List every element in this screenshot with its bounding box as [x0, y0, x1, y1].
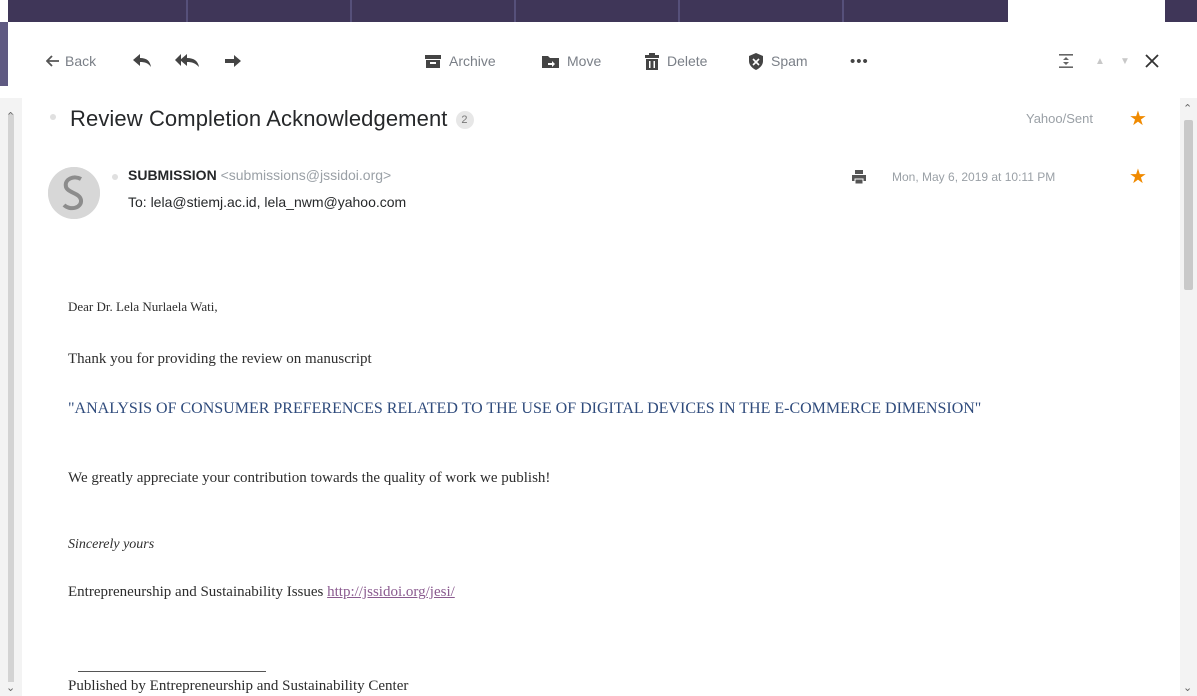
- sidebar-edge: [0, 22, 8, 86]
- tab-divider: [514, 0, 516, 22]
- tab-divider: [350, 0, 352, 22]
- spam-label: Spam: [771, 53, 808, 69]
- back-arrow-icon: [46, 55, 60, 67]
- star-icon[interactable]: ★: [1129, 106, 1147, 131]
- scroll-down-icon[interactable]: ⌄: [1183, 681, 1192, 694]
- trash-icon: [644, 52, 660, 70]
- message-star-icon[interactable]: ★: [1129, 164, 1147, 189]
- tab-bar: [8, 0, 1008, 22]
- chevron-down-icon: ▼: [1120, 55, 1130, 67]
- scroll-thumb[interactable]: [8, 114, 14, 682]
- unread-dot[interactable]: [50, 114, 56, 120]
- signoff: Sincerely yours: [68, 537, 155, 552]
- reply-all-button[interactable]: [174, 50, 200, 72]
- delete-button[interactable]: Delete: [644, 50, 707, 72]
- scroll-up-icon[interactable]: ⌃: [6, 110, 15, 123]
- scroll-down-icon[interactable]: ⌄: [6, 681, 15, 694]
- more-actions-button[interactable]: •••: [850, 50, 869, 72]
- greeting: Dear Dr. Lela Nurlaela Wati,: [68, 299, 218, 314]
- journal-link[interactable]: http://jssidoi.org/jesi/: [327, 584, 455, 600]
- move-folder-icon: [541, 54, 560, 69]
- left-scrollbar[interactable]: ⌃ ⌄: [0, 98, 22, 696]
- signature-divider: [78, 671, 266, 672]
- tab-divider: [678, 0, 680, 22]
- back-label: Back: [65, 53, 97, 69]
- sender-line[interactable]: SUBMISSION <submissions@jssidoi.org>: [128, 167, 391, 183]
- shield-icon: [748, 52, 764, 70]
- message-toolbar: Back Archive Move Delete Spam ••• ▲ ▼: [8, 22, 1197, 98]
- close-icon: [1144, 53, 1160, 69]
- journal-line: Entrepreneurship and Sustainability Issu…: [68, 584, 455, 601]
- forward-icon: [224, 54, 242, 68]
- tab-divider: [842, 0, 844, 22]
- reply-button[interactable]: [132, 50, 152, 72]
- folder-label: Yahoo/Sent: [1026, 111, 1093, 126]
- recipients[interactable]: To: lela@stiemj.ac.id, lela_nwm@yahoo.co…: [128, 194, 406, 210]
- delete-label: Delete: [667, 53, 708, 69]
- tab-divider: [186, 0, 188, 22]
- spam-button[interactable]: Spam: [748, 50, 808, 72]
- archive-label: Archive: [449, 53, 496, 69]
- print-icon: [852, 170, 866, 185]
- sender-email[interactable]: <submissions@jssidoi.org>: [221, 167, 392, 183]
- expand-collapse-icon: [1058, 53, 1074, 69]
- print-button[interactable]: [851, 169, 867, 190]
- more-icon: •••: [850, 52, 869, 70]
- subject-text: Review Completion Acknowledgement: [70, 106, 448, 131]
- window-top-strip: [0, 0, 1197, 22]
- previous-message-button[interactable]: ▲: [1095, 50, 1105, 72]
- message-count-badge: 2: [455, 111, 474, 130]
- message-date: Mon, May 6, 2019 at 10:11 PM: [892, 170, 1056, 184]
- scroll-up-icon[interactable]: ⌃: [1183, 102, 1192, 115]
- next-message-button[interactable]: ▼: [1120, 50, 1130, 72]
- archive-button[interactable]: Archive: [424, 50, 496, 72]
- avatar: [48, 167, 100, 219]
- journal-name: Entrepreneurship and Sustainability Issu…: [68, 584, 324, 600]
- forward-button[interactable]: [224, 50, 242, 72]
- reply-all-icon: [174, 53, 200, 69]
- right-scrollbar[interactable]: ⌃ ⌄: [1180, 98, 1197, 696]
- archive-icon: [424, 54, 442, 69]
- back-button[interactable]: Back: [46, 50, 96, 72]
- scroll-thumb[interactable]: [1184, 120, 1193, 290]
- body-line-2: We greatly appreciate your contribution …: [68, 470, 551, 486]
- sender-name[interactable]: SUBMISSION: [128, 167, 217, 183]
- chevron-up-icon: ▲: [1095, 55, 1105, 67]
- body-line-1: Thank you for providing the review on ma…: [68, 351, 372, 367]
- manuscript-title: "ANALYSIS OF CONSUMER PREFERENCES RELATE…: [68, 400, 982, 417]
- message-subject: Review Completion Acknowledgement 2: [70, 106, 474, 132]
- tab-bar-right: [1165, 0, 1197, 22]
- footer-line: Published by Entrepreneurship and Sustai…: [68, 678, 409, 694]
- close-button[interactable]: [1144, 50, 1160, 72]
- move-button[interactable]: Move: [541, 50, 601, 72]
- move-label: Move: [567, 53, 602, 69]
- reply-icon: [132, 53, 152, 69]
- collapse-expand-button[interactable]: [1058, 50, 1074, 72]
- sender-status-dot: [112, 174, 118, 180]
